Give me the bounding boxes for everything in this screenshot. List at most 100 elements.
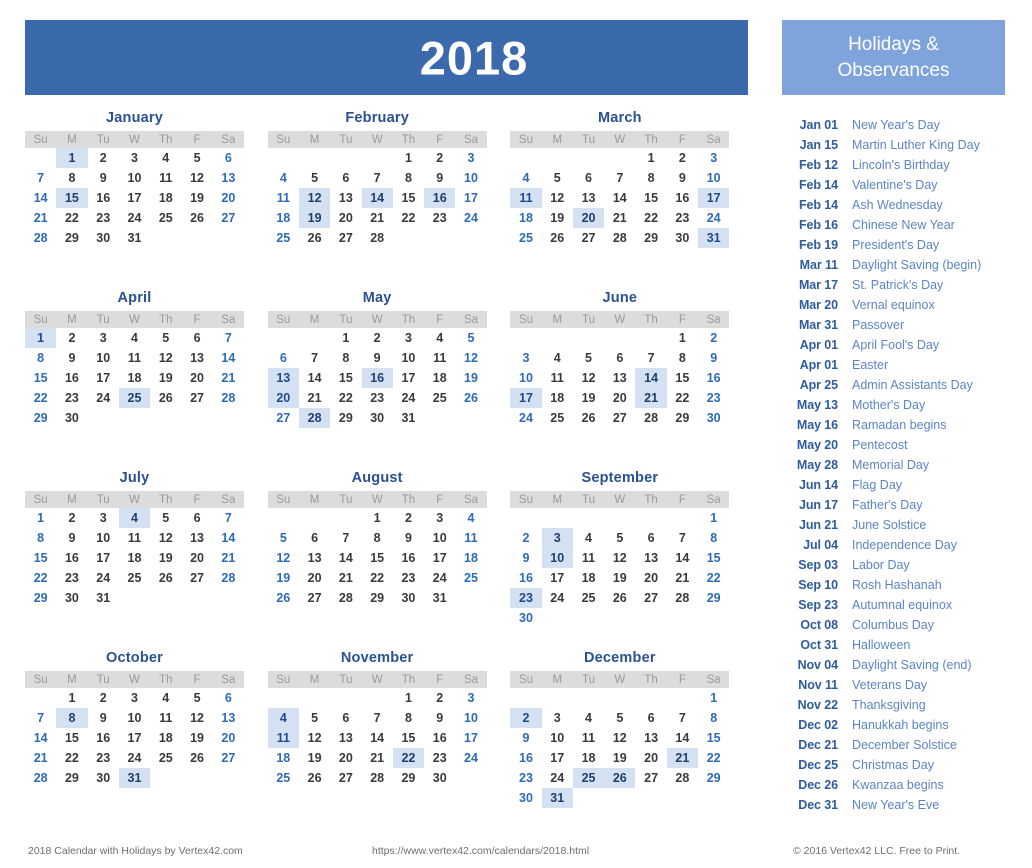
day-cell[interactable]: 30 bbox=[88, 768, 119, 788]
day-cell[interactable]: 16 bbox=[667, 188, 698, 208]
day-cell[interactable]: 17 bbox=[542, 748, 573, 768]
day-cell[interactable]: 8 bbox=[698, 528, 729, 548]
day-cell[interactable]: 29 bbox=[56, 768, 87, 788]
day-cell[interactable]: 14 bbox=[667, 728, 698, 748]
day-cell[interactable]: 15 bbox=[667, 368, 698, 388]
day-cell[interactable]: 3 bbox=[393, 328, 424, 348]
day-cell[interactable]: 6 bbox=[213, 688, 244, 708]
day-cell[interactable]: 13 bbox=[213, 708, 244, 728]
day-cell[interactable]: 28 bbox=[213, 388, 244, 408]
day-cell[interactable]: 14 bbox=[25, 188, 56, 208]
day-cell[interactable]: 11 bbox=[150, 168, 181, 188]
day-cell[interactable]: 21 bbox=[666, 748, 699, 769]
day-cell[interactable]: 22 bbox=[393, 208, 424, 228]
day-cell[interactable]: 28 bbox=[667, 768, 698, 788]
day-cell[interactable]: 24 bbox=[88, 388, 119, 408]
day-cell[interactable]: 18 bbox=[455, 548, 486, 568]
day-cell[interactable]: 1 bbox=[362, 508, 393, 528]
day-cell[interactable]: 7 bbox=[213, 508, 244, 528]
day-cell[interactable]: 23 bbox=[424, 208, 455, 228]
day-cell[interactable]: 15 bbox=[698, 548, 729, 568]
day-cell[interactable]: 20 bbox=[604, 388, 635, 408]
day-cell[interactable]: 17 bbox=[510, 388, 542, 409]
day-cell[interactable]: 3 bbox=[424, 508, 455, 528]
day-cell[interactable]: 21 bbox=[213, 368, 244, 388]
day-cell[interactable]: 16 bbox=[393, 548, 424, 568]
day-cell[interactable]: 11 bbox=[455, 528, 486, 548]
day-cell[interactable]: 14 bbox=[667, 548, 698, 568]
day-cell[interactable]: 12 bbox=[181, 168, 212, 188]
day-cell[interactable]: 20 bbox=[267, 388, 299, 409]
day-cell[interactable]: 14 bbox=[362, 728, 393, 748]
day-cell[interactable]: 14 bbox=[361, 188, 393, 209]
day-cell[interactable]: 28 bbox=[298, 408, 331, 429]
day-cell[interactable]: 15 bbox=[56, 728, 87, 748]
day-cell[interactable]: 31 bbox=[118, 768, 151, 789]
day-cell[interactable]: 15 bbox=[698, 728, 729, 748]
day-cell[interactable]: 4 bbox=[542, 348, 573, 368]
day-cell[interactable]: 19 bbox=[455, 368, 486, 388]
day-cell[interactable]: 7 bbox=[299, 348, 330, 368]
day-cell[interactable]: 3 bbox=[455, 148, 486, 168]
day-cell[interactable]: 16 bbox=[56, 548, 87, 568]
day-cell[interactable]: 25 bbox=[455, 568, 486, 588]
day-cell[interactable]: 21 bbox=[362, 748, 393, 768]
day-cell[interactable]: 7 bbox=[25, 168, 56, 188]
day-cell[interactable]: 14 bbox=[213, 528, 244, 548]
day-cell[interactable]: 26 bbox=[573, 408, 604, 428]
day-cell[interactable]: 7 bbox=[667, 708, 698, 728]
day-cell[interactable]: 20 bbox=[181, 368, 212, 388]
day-cell[interactable]: 14 bbox=[604, 188, 635, 208]
day-cell[interactable]: 8 bbox=[393, 168, 424, 188]
day-cell[interactable]: 11 bbox=[119, 528, 150, 548]
day-cell[interactable]: 3 bbox=[88, 328, 119, 348]
day-cell[interactable]: 31 bbox=[541, 788, 573, 809]
day-cell[interactable]: 28 bbox=[604, 228, 635, 248]
day-cell[interactable]: 24 bbox=[119, 208, 150, 228]
day-cell[interactable]: 26 bbox=[181, 208, 212, 228]
day-cell[interactable]: 3 bbox=[119, 688, 150, 708]
day-cell[interactable]: 1 bbox=[667, 328, 698, 348]
day-cell[interactable]: 12 bbox=[299, 728, 330, 748]
day-cell[interactable]: 19 bbox=[181, 728, 212, 748]
day-cell[interactable]: 20 bbox=[299, 568, 330, 588]
day-cell[interactable]: 29 bbox=[25, 408, 56, 428]
day-cell[interactable]: 24 bbox=[510, 408, 541, 428]
day-cell[interactable]: 7 bbox=[667, 528, 698, 548]
day-cell[interactable]: 4 bbox=[150, 688, 181, 708]
day-cell[interactable]: 12 bbox=[150, 528, 181, 548]
day-cell[interactable]: 4 bbox=[510, 168, 541, 188]
day-cell[interactable]: 26 bbox=[150, 388, 181, 408]
day-cell[interactable]: 13 bbox=[604, 368, 635, 388]
day-cell[interactable]: 22 bbox=[392, 748, 425, 769]
day-cell[interactable]: 9 bbox=[393, 528, 424, 548]
day-cell[interactable]: 7 bbox=[635, 348, 666, 368]
day-cell[interactable]: 29 bbox=[698, 768, 729, 788]
day-cell[interactable]: 13 bbox=[635, 728, 666, 748]
day-cell[interactable]: 26 bbox=[150, 568, 181, 588]
day-cell[interactable]: 13 bbox=[573, 188, 604, 208]
day-cell[interactable]: 6 bbox=[299, 528, 330, 548]
day-cell[interactable]: 31 bbox=[119, 228, 150, 248]
day-cell[interactable]: 24 bbox=[698, 208, 729, 228]
day-cell[interactable]: 16 bbox=[424, 188, 456, 209]
footer-url[interactable]: https://www.vertex42.com/calendars/2018.… bbox=[372, 845, 589, 857]
day-cell[interactable]: 5 bbox=[573, 348, 604, 368]
day-cell[interactable]: 22 bbox=[698, 748, 729, 768]
day-cell[interactable]: 6 bbox=[330, 168, 361, 188]
day-cell[interactable]: 10 bbox=[698, 168, 729, 188]
day-cell[interactable]: 25 bbox=[572, 768, 605, 789]
day-cell[interactable]: 27 bbox=[213, 208, 244, 228]
day-cell[interactable]: 25 bbox=[119, 568, 150, 588]
day-cell[interactable]: 25 bbox=[268, 228, 299, 248]
day-cell[interactable]: 16 bbox=[510, 748, 541, 768]
day-cell[interactable]: 26 bbox=[542, 228, 573, 248]
day-cell[interactable]: 30 bbox=[56, 588, 87, 608]
day-cell[interactable]: 9 bbox=[698, 348, 729, 368]
day-cell[interactable]: 8 bbox=[25, 528, 56, 548]
day-cell[interactable]: 11 bbox=[424, 348, 455, 368]
day-cell[interactable]: 14 bbox=[330, 548, 361, 568]
day-cell[interactable]: 17 bbox=[455, 728, 486, 748]
day-cell[interactable]: 28 bbox=[213, 568, 244, 588]
day-cell[interactable]: 31 bbox=[88, 588, 119, 608]
